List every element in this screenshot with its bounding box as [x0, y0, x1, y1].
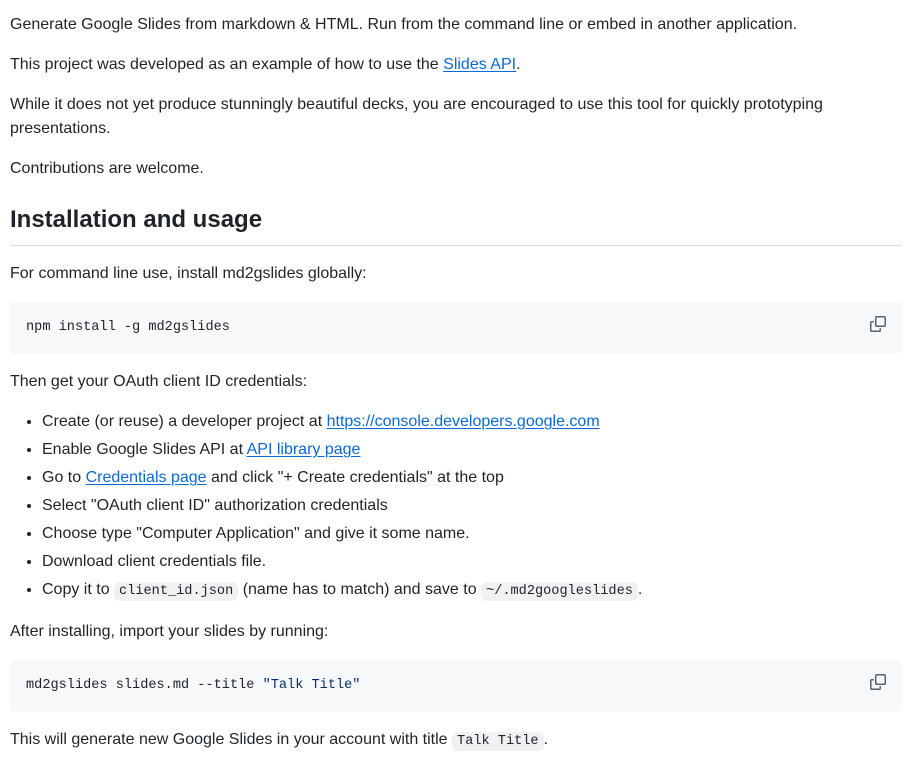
console-link[interactable]: https://console.developers.google.com: [327, 413, 600, 430]
install-paragraph-3: After installing, import your slides by …: [10, 623, 329, 640]
code-run-string: "Talk Title": [262, 678, 361, 693]
copy-icon[interactable]: [868, 672, 888, 692]
credentials-page-link[interactable]: Credentials page: [86, 469, 207, 486]
code-run-command: md2gslides slides.md --title: [26, 678, 263, 693]
list-item: Copy it to client_id.json (name has to m…: [42, 578, 902, 604]
step-text: Create (or reuse) a developer project at: [42, 413, 327, 430]
intro-period: .: [516, 56, 521, 73]
list-item: Choose type "Computer Application" and g…: [42, 522, 902, 546]
list-item: Download client credentials file.: [42, 550, 902, 574]
step-text-after: .: [637, 581, 643, 598]
step-text: Enable Google Slides API at: [42, 441, 247, 458]
readme-content: Generate Google Slides from markdown & H…: [0, 0, 911, 754]
install-paragraph-1: For command line use, install md2gslides…: [10, 265, 367, 282]
install-paragraph-2: Then get your OAuth client ID credential…: [10, 373, 308, 390]
intro-paragraph-2: This project was developed as an example…: [10, 53, 902, 77]
credentials-steps-list: Create (or reuse) a developer project at…: [10, 410, 902, 604]
list-item: Enable Google Slides API at API library …: [42, 438, 902, 462]
step-text: Go to: [42, 469, 86, 486]
list-item: Create (or reuse) a developer project at…: [42, 410, 902, 434]
code-block-npm-install: npm install -g md2gslides: [10, 302, 902, 354]
inline-code-config-path: ~/.md2googleslides: [481, 582, 638, 601]
list-item: Go to Credentials page and click "+ Crea…: [42, 466, 902, 490]
intro-text: This project was developed as an example…: [10, 56, 444, 73]
result-period: .: [543, 731, 549, 748]
intro-paragraph-1: Generate Google Slides from markdown & H…: [10, 16, 798, 33]
step-text: Copy it to: [42, 581, 115, 598]
section-heading-installation: Installation and usage: [10, 205, 902, 246]
code-block-run: md2gslides slides.md --title "Talk Title…: [10, 660, 902, 712]
inline-code-client-id: client_id.json: [114, 582, 239, 601]
result-text: This will generate new Google Slides in …: [10, 731, 452, 748]
install-paragraph-4: This will generate new Google Slides in …: [10, 728, 902, 754]
code-npm-install: npm install -g md2gslides: [26, 320, 230, 335]
intro-paragraph-4: Contributions are welcome.: [10, 160, 204, 177]
intro-paragraph-3: While it does not yet produce stunningly…: [10, 96, 823, 137]
copy-icon[interactable]: [868, 314, 888, 334]
list-item: Select "OAuth client ID" authorization c…: [42, 494, 902, 518]
step-text-after: and click "+ Create credentials" at the …: [206, 469, 504, 486]
slides-api-link[interactable]: Slides API: [443, 56, 516, 73]
api-library-link[interactable]: API library page: [247, 441, 361, 458]
inline-code-talk-title: Talk Title: [452, 732, 544, 751]
step-text-middle: (name has to match) and save to: [238, 581, 482, 598]
